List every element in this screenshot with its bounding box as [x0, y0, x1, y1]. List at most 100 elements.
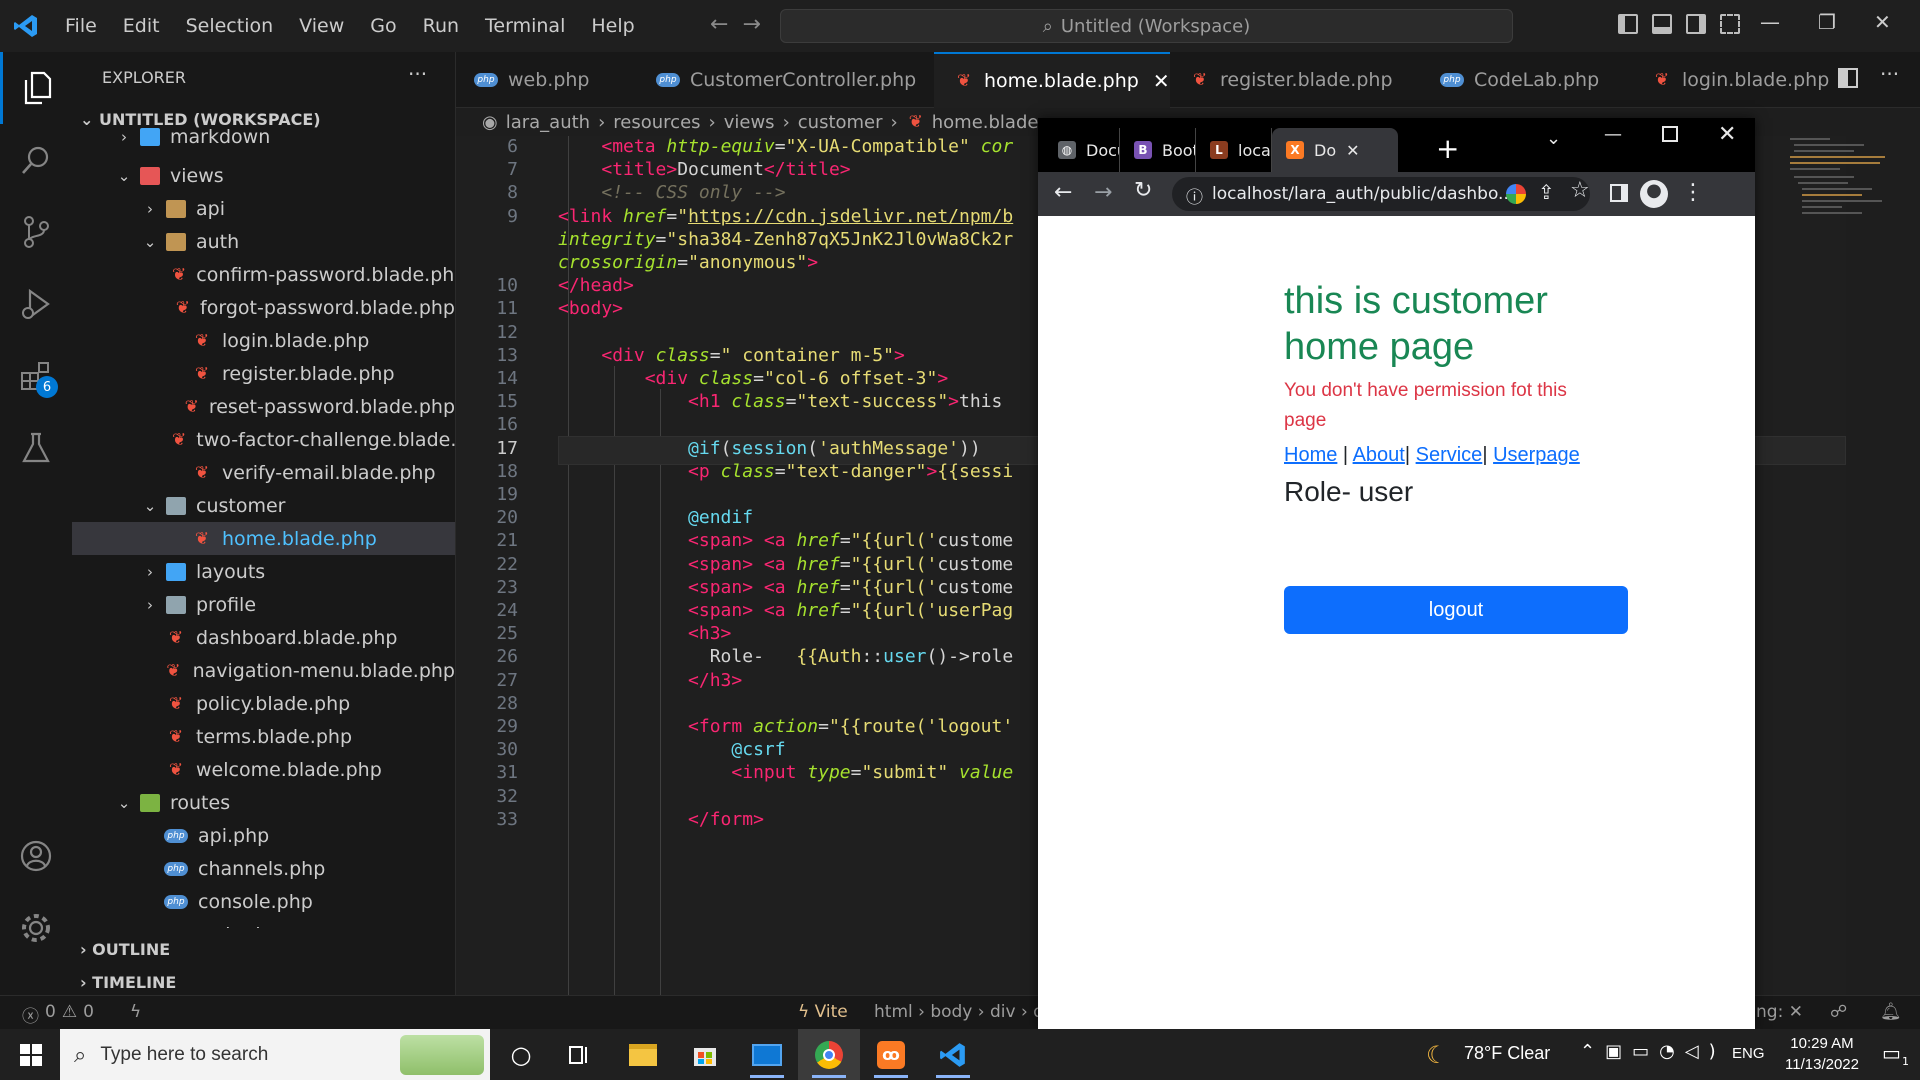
menu-file[interactable]: File: [65, 15, 97, 37]
accounts-icon[interactable]: [0, 820, 72, 892]
browser-close-icon[interactable]: ✕: [1718, 122, 1736, 147]
site-info-icon[interactable]: ⓘ: [1186, 183, 1203, 208]
editor-tab[interactable]: ❦ login.blade.php: [1632, 52, 1862, 108]
editor-tab[interactable]: php CodeLab.php: [1422, 52, 1632, 108]
menu-view[interactable]: View: [299, 15, 344, 37]
profile-avatar-icon[interactable]: ●: [1640, 180, 1668, 208]
weather-text[interactable]: 78°F Clear: [1464, 1043, 1550, 1064]
editor-tab[interactable]: php web.php: [456, 52, 638, 108]
problems-indicator[interactable]: ⓧ 0 ⚠ 0: [22, 1002, 94, 1027]
close-tab-icon[interactable]: ✕: [1153, 69, 1170, 93]
xampp-icon[interactable]: ꝏ: [860, 1029, 922, 1080]
explorer-icon[interactable]: [0, 52, 72, 124]
tree-item[interactable]: › layouts: [72, 555, 455, 588]
browser-menu-icon[interactable]: ⋮: [1682, 180, 1704, 205]
tree-item[interactable]: ❦ policy.blade.php: [72, 687, 455, 720]
run-debug-icon[interactable]: [0, 268, 72, 340]
tree-item[interactable]: ❦ login.blade.php: [72, 324, 455, 357]
tree-item[interactable]: › profile: [72, 588, 455, 621]
reload-icon[interactable]: ↻: [1134, 178, 1152, 203]
tree-item[interactable]: ❦ navigation-menu.blade.php: [72, 654, 455, 687]
restore-icon[interactable]: ❐: [1818, 10, 1836, 34]
tree-item[interactable]: › api: [72, 192, 455, 225]
menu-run[interactable]: Run: [423, 15, 459, 37]
microsoft-store-icon[interactable]: [674, 1029, 736, 1080]
close-icon[interactable]: ✕: [1789, 1002, 1803, 1022]
tree-item[interactable]: ❦ home.blade.php: [72, 522, 455, 555]
settings-gear-icon[interactable]: [0, 892, 72, 964]
mail-icon[interactable]: [736, 1029, 798, 1080]
windows-start-icon[interactable]: [0, 1029, 62, 1080]
clock[interactable]: 10:29 AM 11/13/2022: [1772, 1033, 1872, 1075]
tree-item[interactable]: ❦ register.blade.php: [72, 357, 455, 390]
vite-status[interactable]: ϟ Vite: [798, 1002, 848, 1022]
tree-item[interactable]: ❦ dashboard.blade.php: [72, 621, 455, 654]
google-lens-icon[interactable]: [1506, 184, 1526, 204]
editor-tab[interactable]: ❦ home.blade.php ✕: [934, 52, 1170, 108]
browser-tab[interactable]: Llocalho: [1196, 128, 1272, 172]
source-control-icon[interactable]: [0, 196, 72, 268]
breadcrumb-item[interactable]: lara_auth: [506, 112, 590, 133]
feedback-icon[interactable]: ☍: [1830, 1002, 1847, 1022]
tree-item[interactable]: ⌄ customer: [72, 489, 455, 522]
search-activity-icon[interactable]: [0, 124, 72, 196]
tree-item[interactable]: ❦ terms.blade.php: [72, 720, 455, 753]
breadcrumb-item[interactable]: resources: [613, 112, 700, 133]
tree-item[interactable]: ❦ two-factor-challenge.blade....: [72, 423, 455, 456]
taskbar-search-box[interactable]: ⌕ Type here to search: [60, 1029, 490, 1080]
chrome-taskbar-icon[interactable]: [798, 1029, 860, 1080]
split-editor-icon[interactable]: [1838, 68, 1858, 88]
share-icon[interactable]: ⇪: [1538, 180, 1555, 204]
command-center-search[interactable]: ⌕ Untitled (Workspace): [780, 9, 1513, 43]
tree-item[interactable]: php web.php: [72, 918, 455, 928]
toggle-panel-icon[interactable]: [1652, 14, 1672, 34]
side-panel-icon[interactable]: [1610, 184, 1628, 202]
tree-item[interactable]: php console.php: [72, 885, 455, 918]
close-window-icon[interactable]: ✕: [1874, 10, 1891, 34]
new-tab-icon[interactable]: +: [1436, 132, 1459, 165]
tree-item[interactable]: php channels.php: [72, 852, 455, 885]
breadcrumb-item[interactable]: views: [724, 112, 775, 133]
system-tray-icons[interactable]: ⌃▣▭◔◁): [1580, 1041, 1726, 1062]
cortana-icon[interactable]: ○: [490, 1029, 552, 1080]
vscode-taskbar-icon[interactable]: [922, 1029, 984, 1080]
notification-center-icon[interactable]: ▭: [1882, 1041, 1901, 1065]
notifications-bell-icon[interactable]: 🔔︎: [1880, 1002, 1902, 1022]
browser-tab[interactable]: ◍ Docum: [1044, 128, 1120, 172]
minimize-icon[interactable]: —: [1760, 10, 1780, 34]
outline-section[interactable]: › OUTLINE: [80, 940, 170, 959]
menu-help[interactable]: Help: [591, 15, 634, 37]
file-explorer-icon[interactable]: [612, 1029, 674, 1080]
timeline-section[interactable]: › TIMELINE: [80, 973, 176, 992]
editor-tab[interactable]: ❦ register.blade.php: [1170, 52, 1422, 108]
back-arrow-icon[interactable]: ←: [710, 12, 742, 37]
testing-icon[interactable]: [0, 412, 72, 484]
weather-moon-icon[interactable]: ☾: [1426, 1041, 1448, 1069]
editor-tab[interactable]: php CustomerController.php: [638, 52, 934, 108]
close-browser-tab-icon[interactable]: ✕: [1346, 141, 1359, 160]
tree-item[interactable]: ❦ reset-password.blade.php: [72, 390, 455, 423]
toggle-secondary-sidebar-icon[interactable]: [1686, 14, 1706, 34]
bookmark-star-icon[interactable]: ☆: [1570, 178, 1590, 203]
browser-maximize-icon[interactable]: [1662, 126, 1678, 142]
tab-search-chevron-icon[interactable]: ⌄: [1546, 128, 1561, 149]
link-home[interactable]: Home: [1284, 444, 1337, 466]
link-userpage[interactable]: Userpage: [1493, 444, 1580, 466]
tree-item[interactable]: php api.php: [72, 819, 455, 852]
tree-item[interactable]: ❦ verify-email.blade.php: [72, 456, 455, 489]
extensions-icon[interactable]: 6: [0, 340, 72, 412]
link-about[interactable]: About: [1353, 444, 1405, 466]
language-indicator[interactable]: ENG: [1732, 1045, 1765, 1062]
minimap[interactable]: [1790, 136, 1900, 336]
customize-layout-icon[interactable]: [1720, 14, 1740, 34]
breadcrumb-item[interactable]: customer: [798, 112, 883, 133]
browser-back-icon[interactable]: ←: [1054, 180, 1072, 205]
logout-button[interactable]: logout: [1284, 586, 1628, 634]
browser-tab[interactable]: X Do ✕: [1272, 128, 1398, 172]
browser-forward-icon[interactable]: →: [1094, 180, 1112, 205]
tree-item[interactable]: › markdown: [72, 128, 455, 146]
forward-arrow-icon[interactable]: →: [742, 12, 774, 37]
menu-edit[interactable]: Edit: [123, 15, 160, 37]
address-bar[interactable]: ⓘ localhost/lara_auth/public/dashbo...: [1172, 177, 1590, 211]
lightning-icon[interactable]: ϟ: [130, 1002, 141, 1022]
